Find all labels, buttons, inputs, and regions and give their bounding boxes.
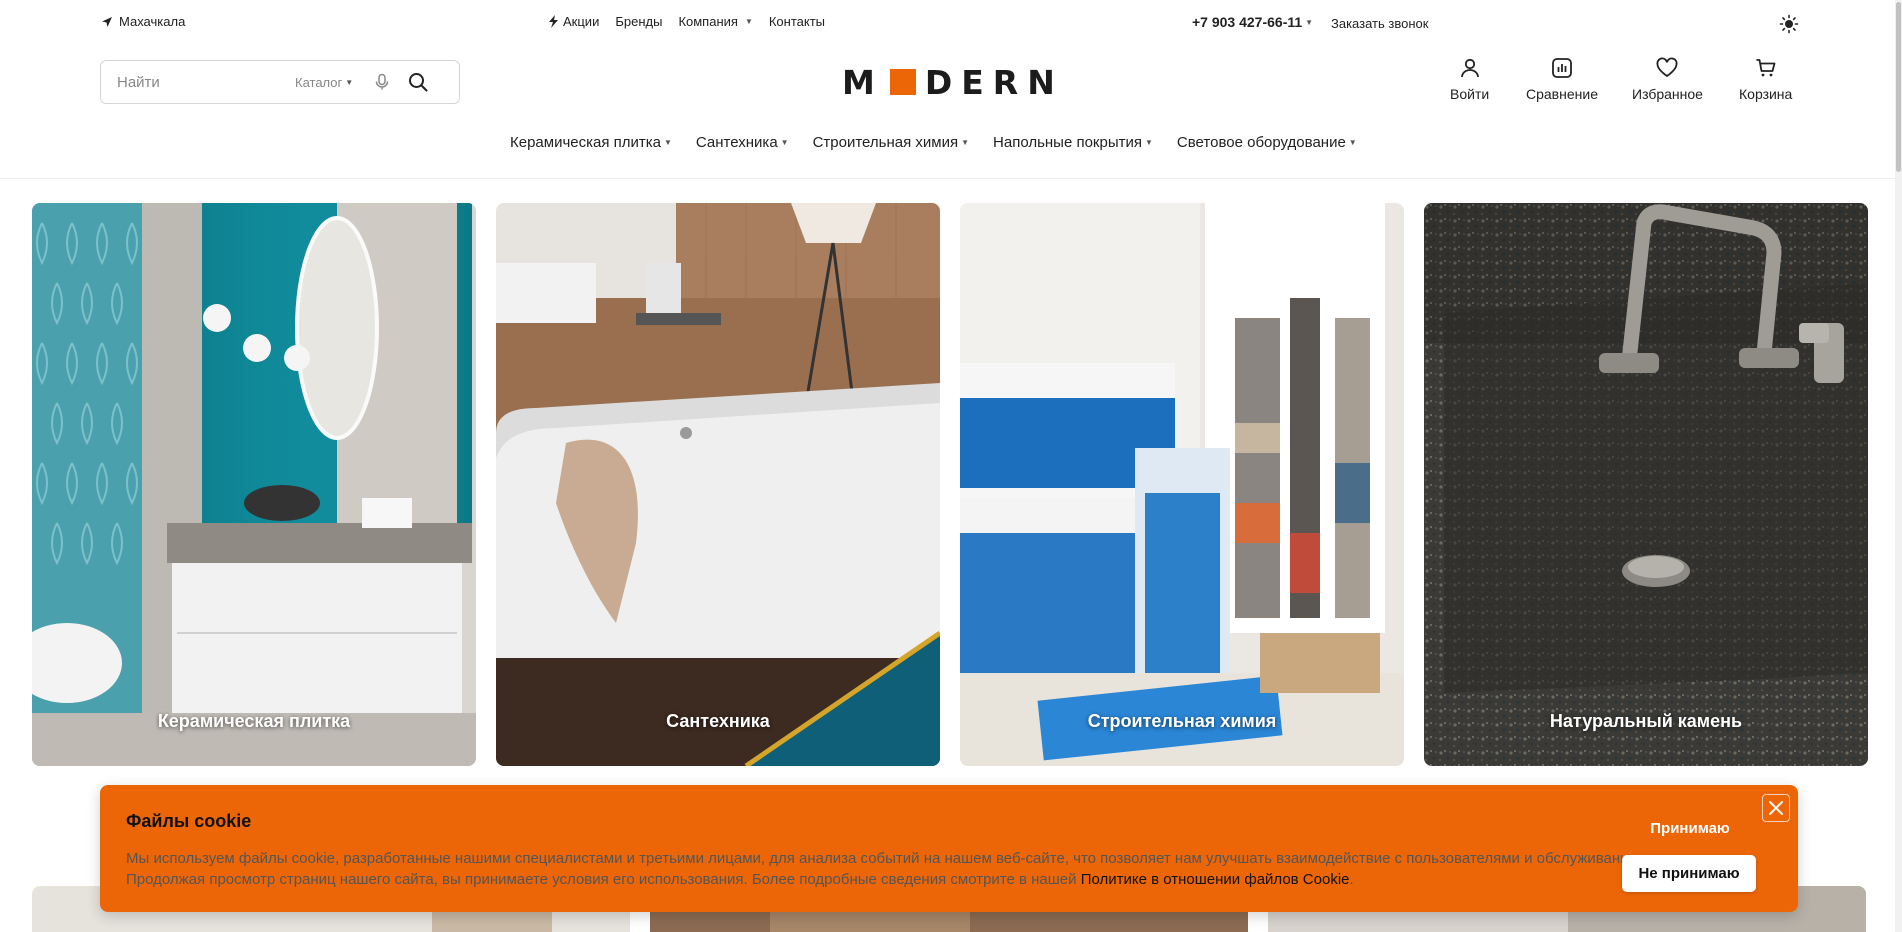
- chevron-down-icon: ▼: [345, 77, 354, 87]
- sun-icon[interactable]: [1779, 14, 1799, 34]
- header-divider: [0, 178, 1902, 179]
- category-nav-label: Сантехника: [695, 134, 778, 151]
- category-tile-label: Строительная химия: [1087, 711, 1277, 731]
- catalog-label: Каталог: [295, 74, 343, 90]
- category-tile-ceramic-tile[interactable]: Керамическая плитка: [32, 203, 476, 766]
- site-logo[interactable]: M DERN: [842, 63, 1064, 102]
- microphone-icon[interactable]: [373, 73, 391, 91]
- city-selector[interactable]: Махачкала: [101, 14, 185, 29]
- chevron-down-icon: ▼: [780, 138, 789, 147]
- logo-letters: DERN: [924, 62, 1064, 102]
- top-nav-promotions[interactable]: Акции: [548, 14, 599, 29]
- bathtub-image: [496, 203, 940, 766]
- cart-button[interactable]: Корзина: [1739, 56, 1792, 102]
- chevron-down-icon: ▼: [1348, 138, 1357, 147]
- chevron-down-icon: ▼: [961, 138, 970, 147]
- logo-letter-m: M: [842, 62, 884, 102]
- phone-label: +7 903 427-66-11: [1192, 14, 1303, 30]
- category-nav-lighting[interactable]: Световое оборудование ▼: [1177, 134, 1357, 151]
- category-tiles: Керамическая плитка Сантехника Строитель…: [32, 203, 1868, 766]
- city-label: Махачкала: [119, 14, 186, 29]
- cart-label: Корзина: [1739, 86, 1793, 102]
- search-icon[interactable]: [407, 71, 429, 93]
- category-tile-label: Сантехника: [666, 711, 770, 731]
- favorites-button[interactable]: Избранное: [1632, 56, 1703, 102]
- category-nav-flooring[interactable]: Напольные покрытия ▼: [993, 134, 1153, 151]
- top-bar: Махачкала Акции Бренды Компания ▼ Контак…: [0, 0, 1902, 46]
- compare-chart-icon: [1552, 58, 1572, 78]
- catalog-select[interactable]: Каталог ▼: [295, 75, 353, 90]
- cart-icon: [1756, 59, 1776, 77]
- top-nav-company[interactable]: Компания ▼: [678, 14, 752, 29]
- category-nav-label: Керамическая плитка: [510, 134, 661, 151]
- category-nav-plumbing[interactable]: Сантехника ▼: [696, 134, 789, 151]
- phone-number[interactable]: +7 903 427-66-11 ▼: [1192, 14, 1313, 30]
- category-tile-plumbing[interactable]: Сантехника: [496, 203, 940, 766]
- grout-buckets-image: [960, 203, 1404, 766]
- category-tile-label: Керамическая плитка: [157, 711, 351, 731]
- category-nav-label: Строительная химия: [812, 134, 959, 151]
- category-nav-label: Световое оборудование: [1176, 134, 1346, 151]
- compare-label: Сравнение: [1526, 86, 1598, 102]
- category-nav-label: Напольные покрытия: [993, 134, 1142, 151]
- category-tile-building-chemistry[interactable]: Строительная химия: [960, 203, 1404, 766]
- cookie-text: Мы используем файлы cookie, разработанны…: [126, 848, 1696, 890]
- callback-link[interactable]: Заказать звонок: [1331, 16, 1428, 31]
- top-nav-label: Компания: [678, 14, 738, 29]
- compare-button[interactable]: Сравнение: [1526, 56, 1598, 102]
- top-nav-label: Акции: [563, 14, 600, 29]
- heart-icon: [1657, 57, 1678, 78]
- favorites-label: Избранное: [1632, 86, 1703, 102]
- lightning-icon: [549, 15, 558, 28]
- user-icon: [1460, 58, 1479, 78]
- cookie-title: Файлы cookie: [126, 811, 252, 831]
- top-nav: Акции Бренды Компания ▼ Контакты: [548, 14, 825, 29]
- close-icon[interactable]: [1762, 794, 1790, 822]
- cookie-policy-link[interactable]: Политике в отношении файлов Cookie: [1081, 871, 1350, 888]
- category-nav: Керамическая плитка ▼ Сантехника ▼ Строите…: [510, 134, 1357, 151]
- login-label: Войти: [1450, 86, 1490, 102]
- chevron-down-icon: ▼: [1305, 17, 1314, 27]
- search-input[interactable]: [101, 62, 291, 102]
- category-nav-building-chemistry[interactable]: Строительная химия ▼: [813, 134, 969, 151]
- category-tile-natural-stone[interactable]: Натуральный камень: [1424, 203, 1868, 766]
- cookie-banner: Файлы cookie Мы используем файлы cookie,…: [100, 785, 1798, 912]
- top-nav-contacts[interactable]: Контакты: [769, 14, 825, 29]
- chevron-down-icon: ▼: [744, 17, 753, 26]
- cookie-accept-button[interactable]: Принимаю: [1620, 815, 1760, 841]
- top-nav-label: Бренды: [615, 14, 663, 29]
- category-tile-label: Натуральный камень: [1549, 711, 1743, 731]
- location-arrow-icon: [102, 16, 112, 27]
- logo-square: [889, 69, 916, 95]
- top-nav-label: Контакты: [768, 14, 826, 29]
- chevron-down-icon: ▼: [664, 138, 672, 147]
- category-nav-ceramic-tile[interactable]: Керамическая плитка ▼: [510, 134, 672, 151]
- granite-sink-image: [1424, 203, 1868, 766]
- scrollbar-thumb[interactable]: [1896, 2, 1901, 172]
- cookie-text-end: .: [1349, 871, 1354, 888]
- page-scrollbar[interactable]: [1895, 0, 1902, 932]
- chevron-down-icon: ▼: [1145, 138, 1153, 147]
- cookie-body: Мы используем файлы cookie, разработанны…: [126, 850, 1642, 888]
- search-bar: Каталог ▼: [100, 60, 460, 104]
- cookie-decline-button[interactable]: Не принимаю: [1622, 855, 1756, 892]
- top-nav-brands[interactable]: Бренды: [615, 14, 662, 29]
- bathroom-teal-image: [32, 203, 476, 766]
- login-button[interactable]: Войти: [1450, 56, 1489, 102]
